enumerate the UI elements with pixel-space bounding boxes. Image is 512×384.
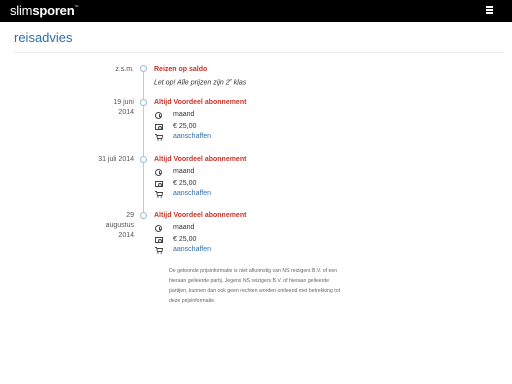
menu-icon[interactable] bbox=[486, 6, 494, 15]
event-title: Altijd Voordeel abonnement bbox=[154, 156, 247, 163]
cash-icon bbox=[155, 124, 163, 130]
top-bar: slimsporen™ bbox=[0, 0, 512, 22]
brand-logo[interactable]: slimsporen™ bbox=[10, 3, 78, 18]
price-value: € 25,00 bbox=[173, 123, 197, 130]
timeline-dot bbox=[140, 156, 147, 163]
divider bbox=[14, 52, 504, 53]
page-title: reisadvies bbox=[14, 30, 73, 45]
event-note: Let op! Alle prijzen zijn 2e klas bbox=[154, 77, 247, 87]
cash-icon bbox=[155, 237, 163, 243]
cart-icon bbox=[155, 247, 163, 254]
buy-link[interactable]: aanschaffen bbox=[173, 190, 211, 197]
event-title: Reizen op saldo bbox=[154, 66, 208, 73]
event-date: 29 augustus 2014 bbox=[105, 212, 134, 239]
period-value: maand bbox=[173, 111, 195, 118]
clock-icon bbox=[155, 225, 162, 232]
event-date: z.s.m. bbox=[115, 66, 134, 73]
price-value: € 25,00 bbox=[173, 180, 197, 187]
price-value: € 25,00 bbox=[173, 236, 197, 243]
event-title: Altijd Voordeel abonnement bbox=[154, 99, 247, 106]
event-title: Altijd Voordeel abonnement bbox=[154, 212, 247, 219]
cart-icon bbox=[155, 191, 163, 198]
clock-icon bbox=[155, 112, 162, 119]
buy-link[interactable]: aanschaffen bbox=[173, 246, 211, 253]
cash-icon bbox=[155, 181, 163, 187]
period-value: maand bbox=[173, 224, 195, 231]
cart-icon bbox=[155, 134, 163, 141]
clock-icon bbox=[155, 169, 162, 176]
buy-link[interactable]: aanschaffen bbox=[173, 133, 211, 140]
timeline-dot bbox=[140, 212, 147, 219]
event-date: 19 juni 2014 bbox=[113, 99, 134, 116]
disclaimer-text: De getoonde prijsinformatie is niet afko… bbox=[169, 268, 341, 304]
timeline-dot bbox=[140, 99, 147, 106]
timeline-dot bbox=[140, 65, 147, 72]
timeline-line bbox=[143, 69, 144, 215]
event-date: 31 juli 2014 bbox=[98, 156, 134, 163]
period-value: maand bbox=[173, 168, 195, 175]
